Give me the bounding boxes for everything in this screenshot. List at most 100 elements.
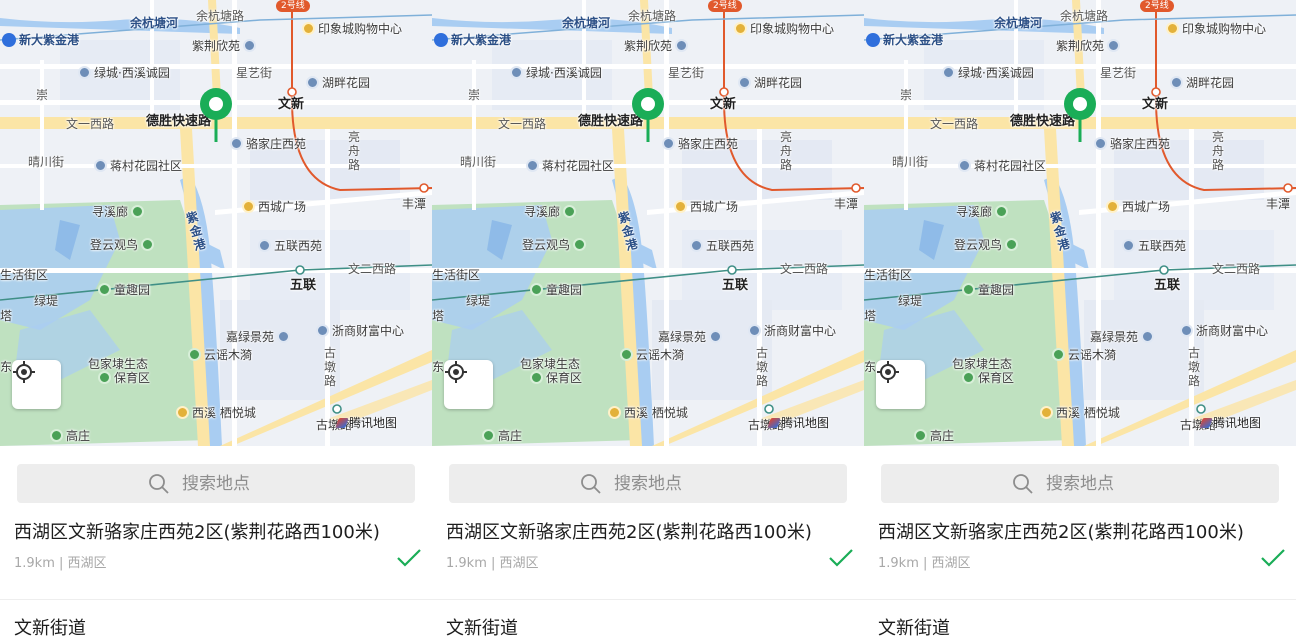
map-poi-xicheng-square[interactable]: 西城广场 xyxy=(242,200,306,214)
map-poi-luojiazhuang-xiyuan[interactable]: 骆家庄西苑 xyxy=(662,137,738,151)
search-bar[interactable] xyxy=(17,464,415,503)
map-label-gudun-road: 古墩路 xyxy=(1188,346,1201,388)
map-poi-luojiazhuang-xiyuan[interactable]: 骆家庄西苑 xyxy=(230,137,306,151)
search-bar[interactable] xyxy=(881,464,1279,503)
map-poi-xunxilang[interactable]: 寻溪廊 xyxy=(524,205,579,219)
map-poi-yunyao-mudu[interactable]: 云谣木漪 xyxy=(620,348,684,362)
search-input[interactable] xyxy=(612,472,716,495)
map-label-wenersi-road: 文二西路 xyxy=(348,262,397,276)
check-icon xyxy=(1260,548,1286,572)
map-poi-xicheng-square[interactable]: 西城广场 xyxy=(1106,200,1170,214)
map-poi-luojiazhuang-xiyuan[interactable]: 骆家庄西苑 xyxy=(1094,137,1170,151)
bus-stop-icon xyxy=(962,371,975,384)
map-poi-zijing-xinyuan[interactable]: 紫荆欣苑 xyxy=(192,39,259,53)
map-poi-dengyun-guanniao[interactable]: 登云观鸟 xyxy=(954,238,1021,252)
map-poi-jialv-jingyuan[interactable]: 嘉绿景苑 xyxy=(1090,330,1157,344)
map-label-shenghuo-jiequ: 生活街区 xyxy=(864,268,913,282)
result-item[interactable]: 文新街道 xyxy=(14,614,86,640)
map-poi-lvcheng-xixi[interactable]: 绿城·西溪诚园 xyxy=(510,66,602,80)
map-poi-dengyun-guanniao[interactable]: 登云观鸟 xyxy=(522,238,589,252)
map-poi-wulian-xiyuan[interactable]: 五联西苑 xyxy=(690,239,754,253)
result-meta: 1.9km | 西湖区 xyxy=(14,556,107,571)
map-poi-jiangcun-garden[interactable]: 蒋村花园社区 xyxy=(94,159,182,173)
map-label-shenghuo-jiequ: 生活街区 xyxy=(432,268,481,282)
search-icon xyxy=(149,473,169,494)
map-poi-xixi-qiyuecheng[interactable]: 西溪 栖悦城 xyxy=(1040,406,1120,420)
map-poi-tongqu-garden[interactable]: 童趣园 xyxy=(962,283,1014,297)
map-label-liangzhou-road: 亮舟路 xyxy=(348,130,361,172)
map-label-yuhang-tang-road: 余杭塘路 xyxy=(628,9,677,23)
map-poi-hupan-garden[interactable]: 湖畔花园 xyxy=(1170,76,1234,90)
map-poi-xixi-qiyuecheng[interactable]: 西溪 栖悦城 xyxy=(608,406,688,420)
result-item[interactable]: 文新街道 xyxy=(446,614,518,640)
result-divider xyxy=(864,599,1296,600)
map-poi-gaozhuang[interactable]: 高庄 xyxy=(482,429,522,443)
search-input[interactable] xyxy=(1044,472,1148,495)
map-poi-zheshang-caifu[interactable]: 浙商财富中心 xyxy=(1180,324,1268,338)
map-label-qingchuan-street: 晴川街 xyxy=(28,155,65,169)
map-view[interactable]: 新大紫金港 余杭塘河 余杭塘路 2号线 印象城购物中心 紫荆欣苑 绿城·西溪诚园… xyxy=(0,0,432,446)
map-label-wenersi-road: 文二西路 xyxy=(780,262,829,276)
map-label-fengtan: 丰潭 xyxy=(402,197,427,211)
result-item[interactable]: 文新街道 xyxy=(878,614,950,640)
map-poi-yinxiang-mall[interactable]: 印象城购物中心 xyxy=(1166,22,1266,36)
map-label-gudun-road: 古墩路 xyxy=(324,346,337,388)
map-poi-zijing-xinyuan[interactable]: 紫荆欣苑 xyxy=(1056,39,1123,53)
map-poi-zheshang-caifu[interactable]: 浙商财富中心 xyxy=(748,324,836,338)
map-poi-baojialu-shengtai[interactable]: 包家埭生态 xyxy=(520,357,580,371)
result-divider xyxy=(432,599,864,600)
map-poi-baoyu-qu[interactable]: 保育区 xyxy=(530,371,582,385)
bus-stop-icon xyxy=(98,371,111,384)
map-poi-gaozhuang[interactable]: 高庄 xyxy=(50,429,90,443)
result-item-selected[interactable]: 西湖区文新骆家庄西苑2区(紫荆花路西100米) 1.9km | 西湖区 xyxy=(14,520,384,571)
map-poi-tongqu-garden[interactable]: 童趣园 xyxy=(530,283,582,297)
map-label-dong: 东 xyxy=(0,360,13,374)
map-poi-xunxilang[interactable]: 寻溪廊 xyxy=(956,205,1011,219)
map-poi-baojialu-shengtai[interactable]: 包家埭生态 xyxy=(88,357,148,371)
map-poi-zheshang-caifu[interactable]: 浙商财富中心 xyxy=(316,324,404,338)
map-poi-wulian-xiyuan[interactable]: 五联西苑 xyxy=(1122,239,1186,253)
map-label-xingyi-street: 星艺街 xyxy=(1100,66,1137,80)
map-poi-dengyun-guanniao[interactable]: 登云观鸟 xyxy=(90,238,157,252)
map-poi-jialv-jingyuan[interactable]: 嘉绿景苑 xyxy=(658,330,725,344)
search-bar[interactable] xyxy=(449,464,847,503)
residential-icon xyxy=(258,239,271,252)
map-poi-yunyao-mudu[interactable]: 云谣木漪 xyxy=(188,348,252,362)
map-poi-xixi-qiyuecheng[interactable]: 西溪 栖悦城 xyxy=(176,406,256,420)
map-poi-jiangcun-garden[interactable]: 蒋村花园社区 xyxy=(958,159,1046,173)
map-poi-baojialu-shengtai[interactable]: 包家埭生态 xyxy=(952,357,1012,371)
bus-stop-icon xyxy=(995,205,1009,218)
mall-icon xyxy=(302,22,315,35)
map-poi-hupan-garden[interactable]: 湖畔花园 xyxy=(738,76,802,90)
map-label-xinda-zijingang: 新大紫金港 xyxy=(866,33,943,47)
map-poi-xunxilang[interactable]: 寻溪廊 xyxy=(92,205,147,219)
map-poi-yinxiang-mall[interactable]: 印象城购物中心 xyxy=(734,22,834,36)
map-poi-lvcheng-xixi[interactable]: 绿城·西溪诚园 xyxy=(942,66,1034,80)
map-poi-jialv-jingyuan[interactable]: 嘉绿景苑 xyxy=(226,330,293,344)
residential-icon xyxy=(1170,76,1183,89)
map-poi-zijing-xinyuan[interactable]: 紫荆欣苑 xyxy=(624,39,691,53)
bus-stop-icon xyxy=(914,429,927,442)
result-item-selected[interactable]: 西湖区文新骆家庄西苑2区(紫荆花路西100米) 1.9km | 西湖区 xyxy=(878,520,1248,571)
locate-me-button[interactable] xyxy=(876,360,925,409)
map-poi-xicheng-square[interactable]: 西城广场 xyxy=(674,200,738,214)
map-poi-yunyao-mudu[interactable]: 云谣木漪 xyxy=(1052,348,1116,362)
result-item-selected[interactable]: 西湖区文新骆家庄西苑2区(紫荆花路西100米) 1.9km | 西湖区 xyxy=(446,520,816,571)
map-poi-hupan-garden[interactable]: 湖畔花园 xyxy=(306,76,370,90)
map-poi-lvcheng-xixi[interactable]: 绿城·西溪诚园 xyxy=(78,66,170,80)
map-poi-baoyu-qu[interactable]: 保育区 xyxy=(962,371,1014,385)
bus-stop-icon xyxy=(131,205,145,218)
locate-me-button[interactable] xyxy=(444,360,493,409)
map-poi-tongqu-garden[interactable]: 童趣园 xyxy=(98,283,150,297)
locate-me-button[interactable] xyxy=(12,360,61,409)
map-poi-baoyu-qu[interactable]: 保育区 xyxy=(98,371,150,385)
map-poi-gaozhuang[interactable]: 高庄 xyxy=(914,429,954,443)
map-poi-jiangcun-garden[interactable]: 蒋村花园社区 xyxy=(526,159,614,173)
map-view[interactable]: 新大紫金港 余杭塘河 余杭塘路 2号线 印象城购物中心 紫荆欣苑 绿城·西溪诚园… xyxy=(432,0,864,446)
map-poi-yinxiang-mall[interactable]: 印象城购物中心 xyxy=(302,22,402,36)
metro-line2-badge: 2号线 xyxy=(276,0,310,12)
map-view[interactable]: 新大紫金港 余杭塘河 余杭塘路 2号线 印象城购物中心 紫荆欣苑 绿城·西溪诚园… xyxy=(864,0,1296,446)
search-input[interactable] xyxy=(180,472,284,495)
map-poi-wulian-xiyuan[interactable]: 五联西苑 xyxy=(258,239,322,253)
map-label-wenyi-xi-road: 文一西路 xyxy=(930,117,979,131)
